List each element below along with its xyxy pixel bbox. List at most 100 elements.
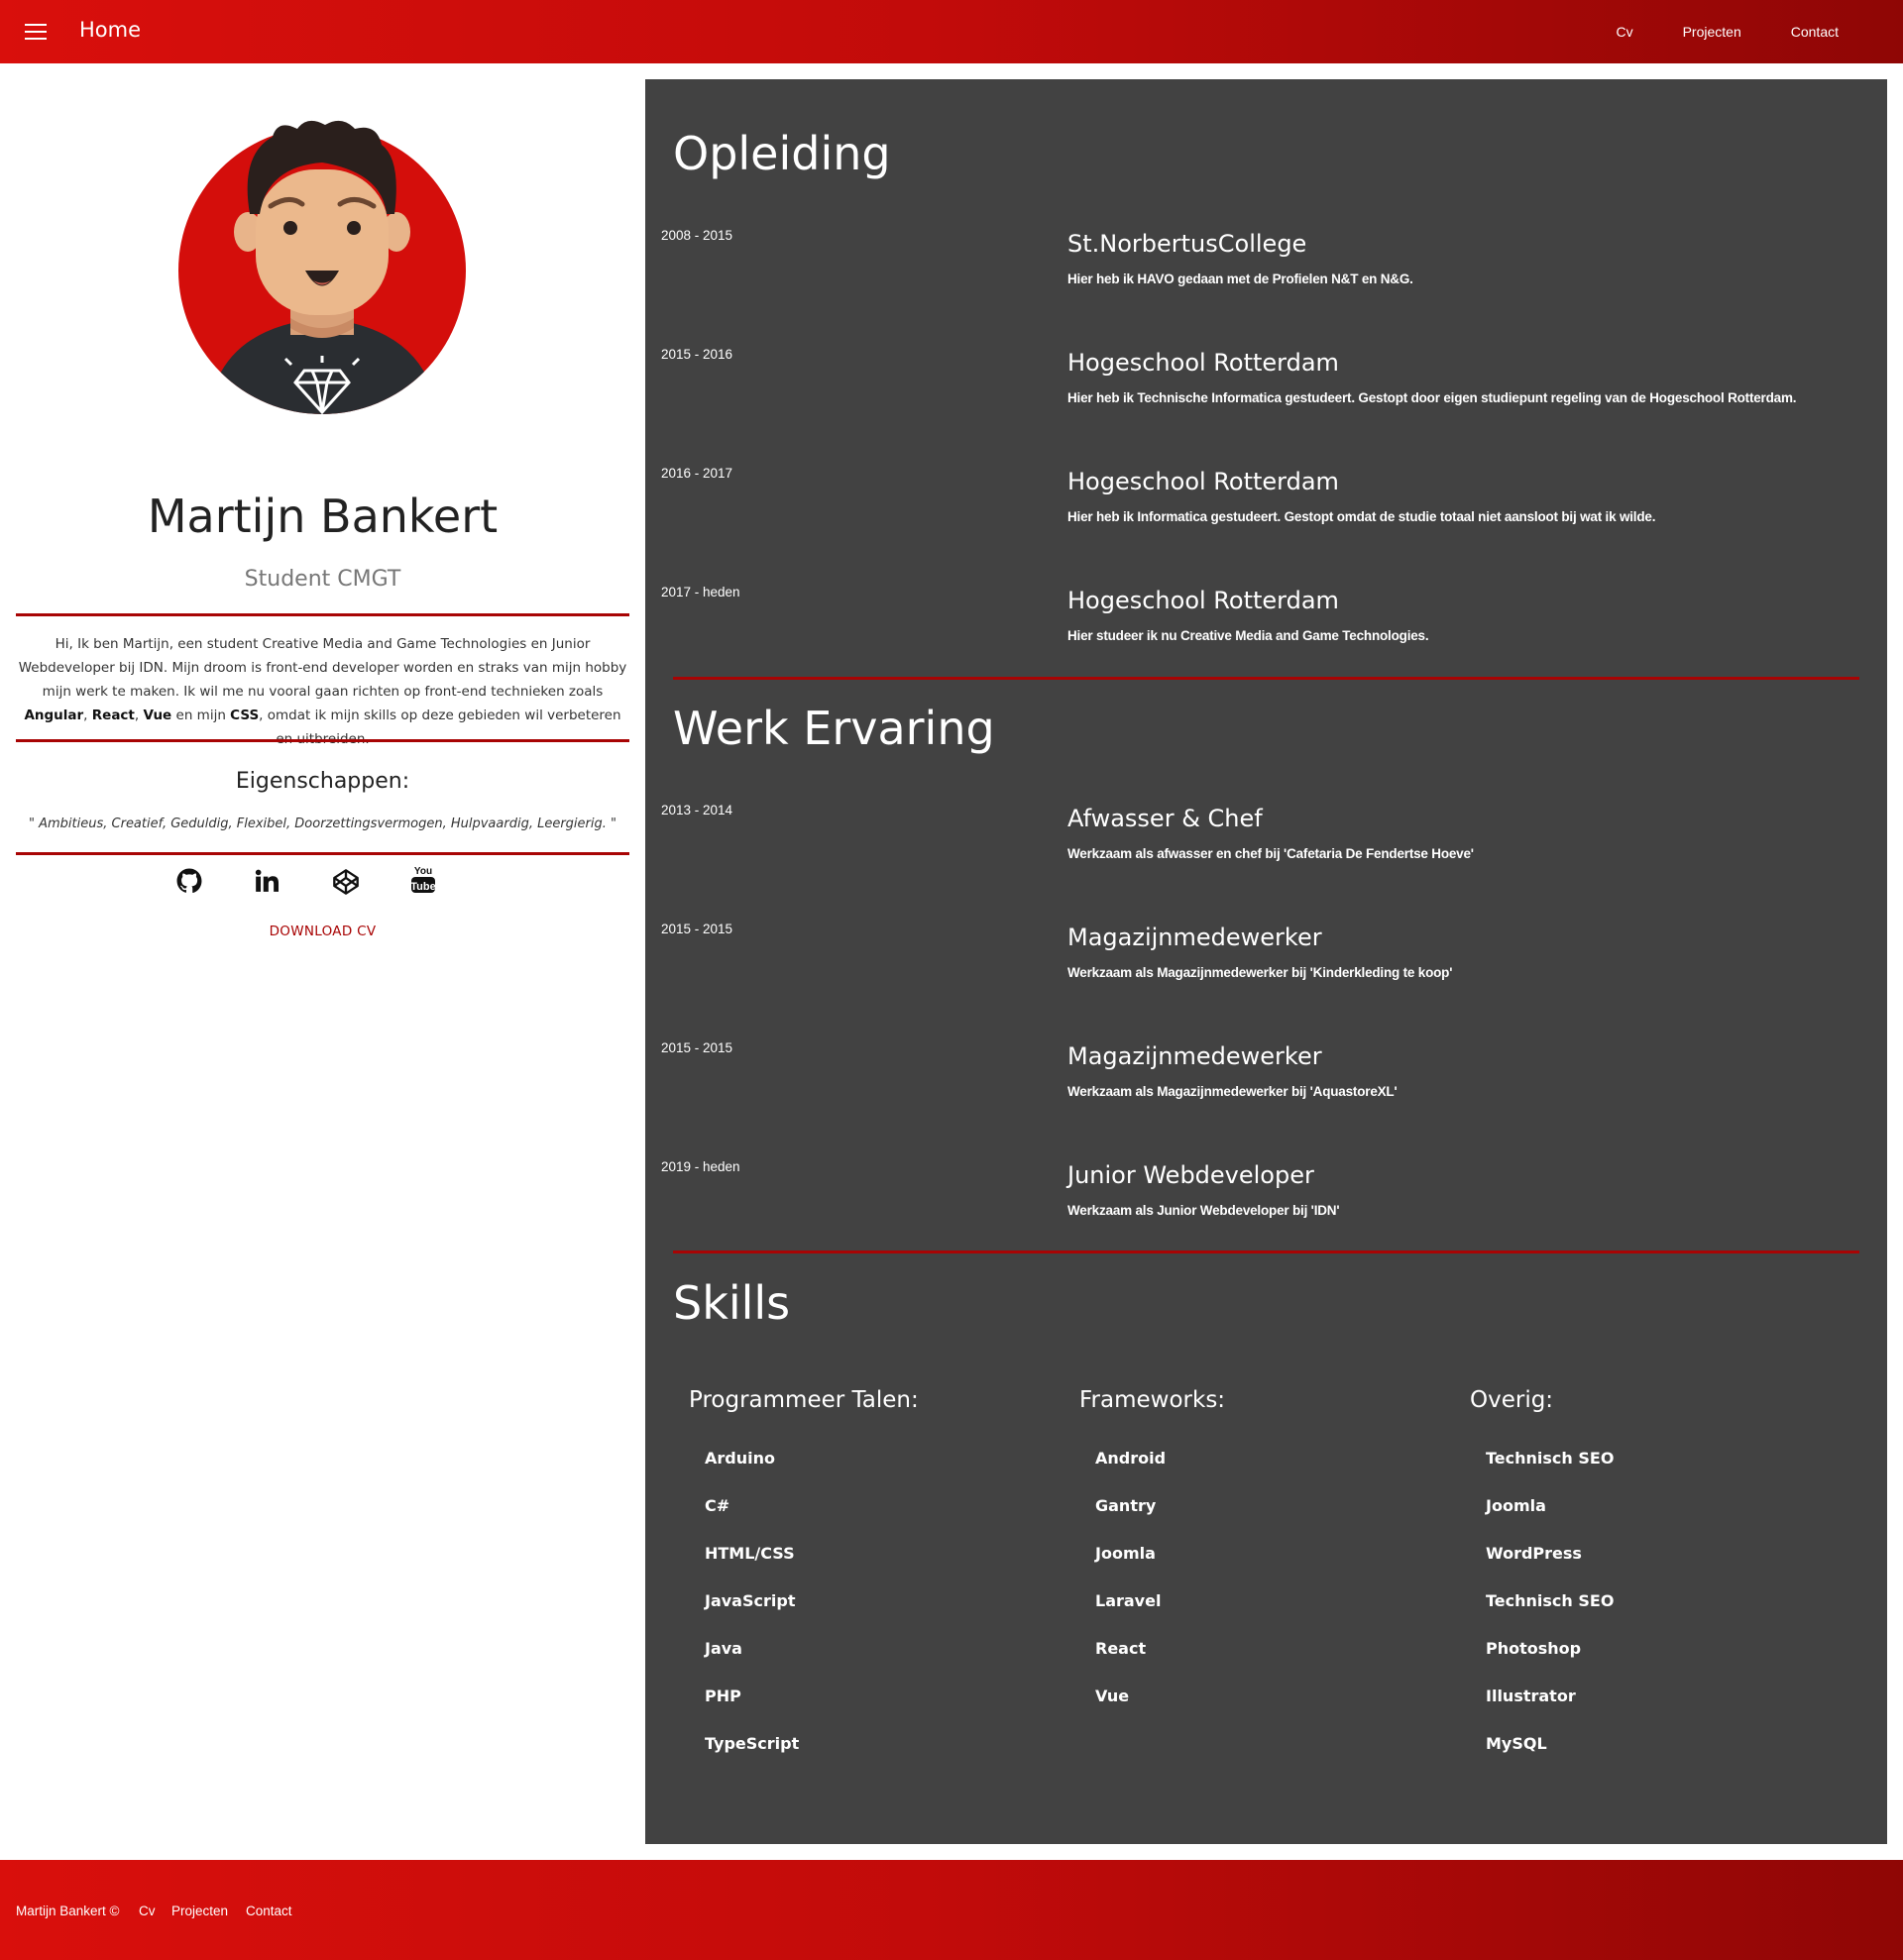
skills-column-heading: Frameworks: (1079, 1387, 1226, 1413)
entry-description: Werkzaam als afwasser en chef bij 'Cafet… (1067, 846, 1474, 861)
top-nav: Cv Projecten Contact (1591, 0, 1863, 63)
divider (16, 852, 629, 855)
skills-list: Android Gantry Joomla Laravel React Vue (1079, 1435, 1456, 1720)
entry-title: Afwasser & Chef (1067, 805, 1263, 832)
traits-title: Eigenschappen: (235, 769, 410, 794)
skill-item: Technisch SEO (1486, 1591, 1615, 1610)
bio-angular: Angular (24, 708, 84, 723)
nav-contact[interactable]: Contact (1766, 24, 1863, 40)
section-title-skills: Skills (673, 1276, 791, 1330)
skill-item: React (1095, 1639, 1147, 1658)
footer-link-projecten[interactable]: Projecten (171, 1904, 228, 1918)
entry-description: Werkzaam als Magazijnmedewerker bij 'Kin… (1067, 965, 1453, 980)
entry-title: St.NorbertusCollege (1067, 230, 1307, 258)
skills-column-heading: Programmeer Talen: (689, 1387, 919, 1413)
avatar (178, 115, 466, 414)
bio-text: Hi, Ik ben Martijn, een student Creative… (18, 636, 627, 700)
entry-date: 2015 - 2016 (661, 347, 733, 362)
section-title-opleiding: Opleiding (673, 127, 891, 180)
section-divider (673, 677, 1859, 680)
skills-column-heading: Overig: (1470, 1387, 1554, 1413)
linkedin-icon[interactable] (250, 868, 283, 902)
profile-bio: Hi, Ik ben Martijn, een student Creative… (16, 632, 629, 751)
entry-description: Hier studeer ik nu Creative Media and Ga… (1067, 628, 1429, 643)
github-icon[interactable] (172, 868, 206, 902)
entry-title: Hogeschool Rotterdam (1067, 468, 1339, 495)
entry-description: Hier heb ik Informatica gestudeert. Gest… (1067, 509, 1656, 524)
svg-text:You: You (414, 866, 432, 877)
section-divider (673, 1251, 1859, 1253)
download-cv-button[interactable]: DOWNLOAD CV (16, 924, 629, 939)
cv-panel: Opleiding 2008 - 2015 St.NorbertusColleg… (645, 79, 1887, 1844)
entry-title: Hogeschool Rotterdam (1067, 587, 1339, 614)
skill-item: PHP (705, 1687, 741, 1705)
nav-projecten[interactable]: Projecten (1658, 24, 1766, 40)
entry-description: Werkzaam als Junior Webdeveloper bij 'ID… (1067, 1203, 1340, 1218)
top-app-bar: Home Cv Projecten Contact (0, 0, 1903, 63)
bio-vue: Vue (143, 708, 172, 723)
skills-column-overig: Overig: Technisch SEO Joomla WordPress T… (1470, 1387, 1847, 1768)
entry-date: 2013 - 2014 (661, 803, 733, 817)
work-entry: 2019 - heden Junior Webdeveloper Werkzaa… (661, 1149, 1870, 1245)
entry-date: 2015 - 2015 (661, 922, 733, 936)
education-entry: 2008 - 2015 St.NorbertusCollege Hier heb… (661, 218, 1870, 313)
skill-item: Vue (1095, 1687, 1130, 1705)
bio-sep: , (83, 708, 92, 723)
skills-list: Arduino C# HTML/CSS JavaScript Java PHP … (689, 1435, 1065, 1768)
footer-link-cv[interactable]: Cv (139, 1904, 156, 1918)
skill-item: Joomla (1095, 1544, 1156, 1563)
profile-role: Student CMGT (244, 567, 401, 592)
footer-copyright: Martijn Bankert © (16, 1904, 120, 1918)
home-link[interactable]: Home (79, 18, 141, 42)
footer-link-contact[interactable]: Contact (246, 1904, 292, 1918)
entry-date: 2015 - 2015 (661, 1040, 733, 1055)
skill-item: Gantry (1095, 1496, 1157, 1515)
skill-item: Joomla (1486, 1496, 1546, 1515)
profile-name: Martijn Bankert (147, 490, 499, 543)
skill-item: HTML/CSS (705, 1544, 795, 1563)
skill-item: Android (1095, 1449, 1167, 1468)
entry-description: Werkzaam als Magazijnmedewerker bij 'Aqu… (1067, 1084, 1398, 1099)
skill-item: TypeScript (705, 1734, 800, 1753)
hamburger-menu-icon[interactable] (25, 24, 47, 40)
education-entry: 2016 - 2017 Hogeschool Rotterdam Hier he… (661, 456, 1870, 551)
skill-item: WordPress (1486, 1544, 1582, 1563)
traits-text: " Ambitieus, Creatief, Geduldig, Flexibe… (29, 817, 616, 831)
skill-item: Arduino (705, 1449, 775, 1468)
nav-cv[interactable]: Cv (1591, 24, 1657, 40)
skills-column-frameworks: Frameworks: Android Gantry Joomla Larave… (1079, 1387, 1456, 1720)
bio-react: React (91, 708, 135, 723)
bio-text: en mijn (171, 708, 231, 723)
skill-item: Photoshop (1486, 1639, 1582, 1658)
entry-title: Junior Webdeveloper (1067, 1161, 1314, 1189)
youtube-icon[interactable]: You Tube (406, 864, 440, 898)
skill-item: Java (705, 1639, 742, 1658)
work-entry: 2013 - 2014 Afwasser & Chef Werkzaam als… (661, 793, 1870, 888)
footer: Martijn Bankert © Cv Projecten Contact (0, 1860, 1903, 1960)
education-entry: 2017 - heden Hogeschool Rotterdam Hier s… (661, 575, 1870, 670)
entry-title: Magazijnmedewerker (1067, 1042, 1322, 1070)
entry-description: Hier heb ik HAVO gedaan met de Profielen… (1067, 272, 1413, 286)
entry-title: Magazijnmedewerker (1067, 924, 1322, 951)
entry-date: 2019 - heden (661, 1159, 740, 1174)
entry-date: 2016 - 2017 (661, 466, 733, 481)
bio-css: CSS (230, 708, 260, 723)
skill-item: JavaScript (705, 1591, 796, 1610)
skill-item: MySQL (1486, 1734, 1547, 1753)
work-entry: 2015 - 2015 Magazijnmedewerker Werkzaam … (661, 912, 1870, 1007)
divider (16, 739, 629, 742)
social-links: You Tube (16, 862, 629, 906)
entry-description: Hier heb ik Technische Informatica gestu… (1067, 390, 1797, 405)
education-entry: 2015 - 2016 Hogeschool Rotterdam Hier he… (661, 337, 1870, 432)
svg-text:Tube: Tube (410, 881, 435, 893)
entry-title: Hogeschool Rotterdam (1067, 349, 1339, 377)
entry-date: 2017 - heden (661, 585, 740, 599)
section-title-werk: Werk Ervaring (673, 702, 995, 755)
codepen-icon[interactable] (329, 868, 363, 902)
skill-item: Technisch SEO (1486, 1449, 1615, 1468)
skill-item: C# (705, 1496, 730, 1515)
divider (16, 613, 629, 616)
skill-item: Illustrator (1486, 1687, 1576, 1705)
entry-date: 2008 - 2015 (661, 228, 733, 243)
skills-list: Technisch SEO Joomla WordPress Technisch… (1470, 1435, 1847, 1768)
